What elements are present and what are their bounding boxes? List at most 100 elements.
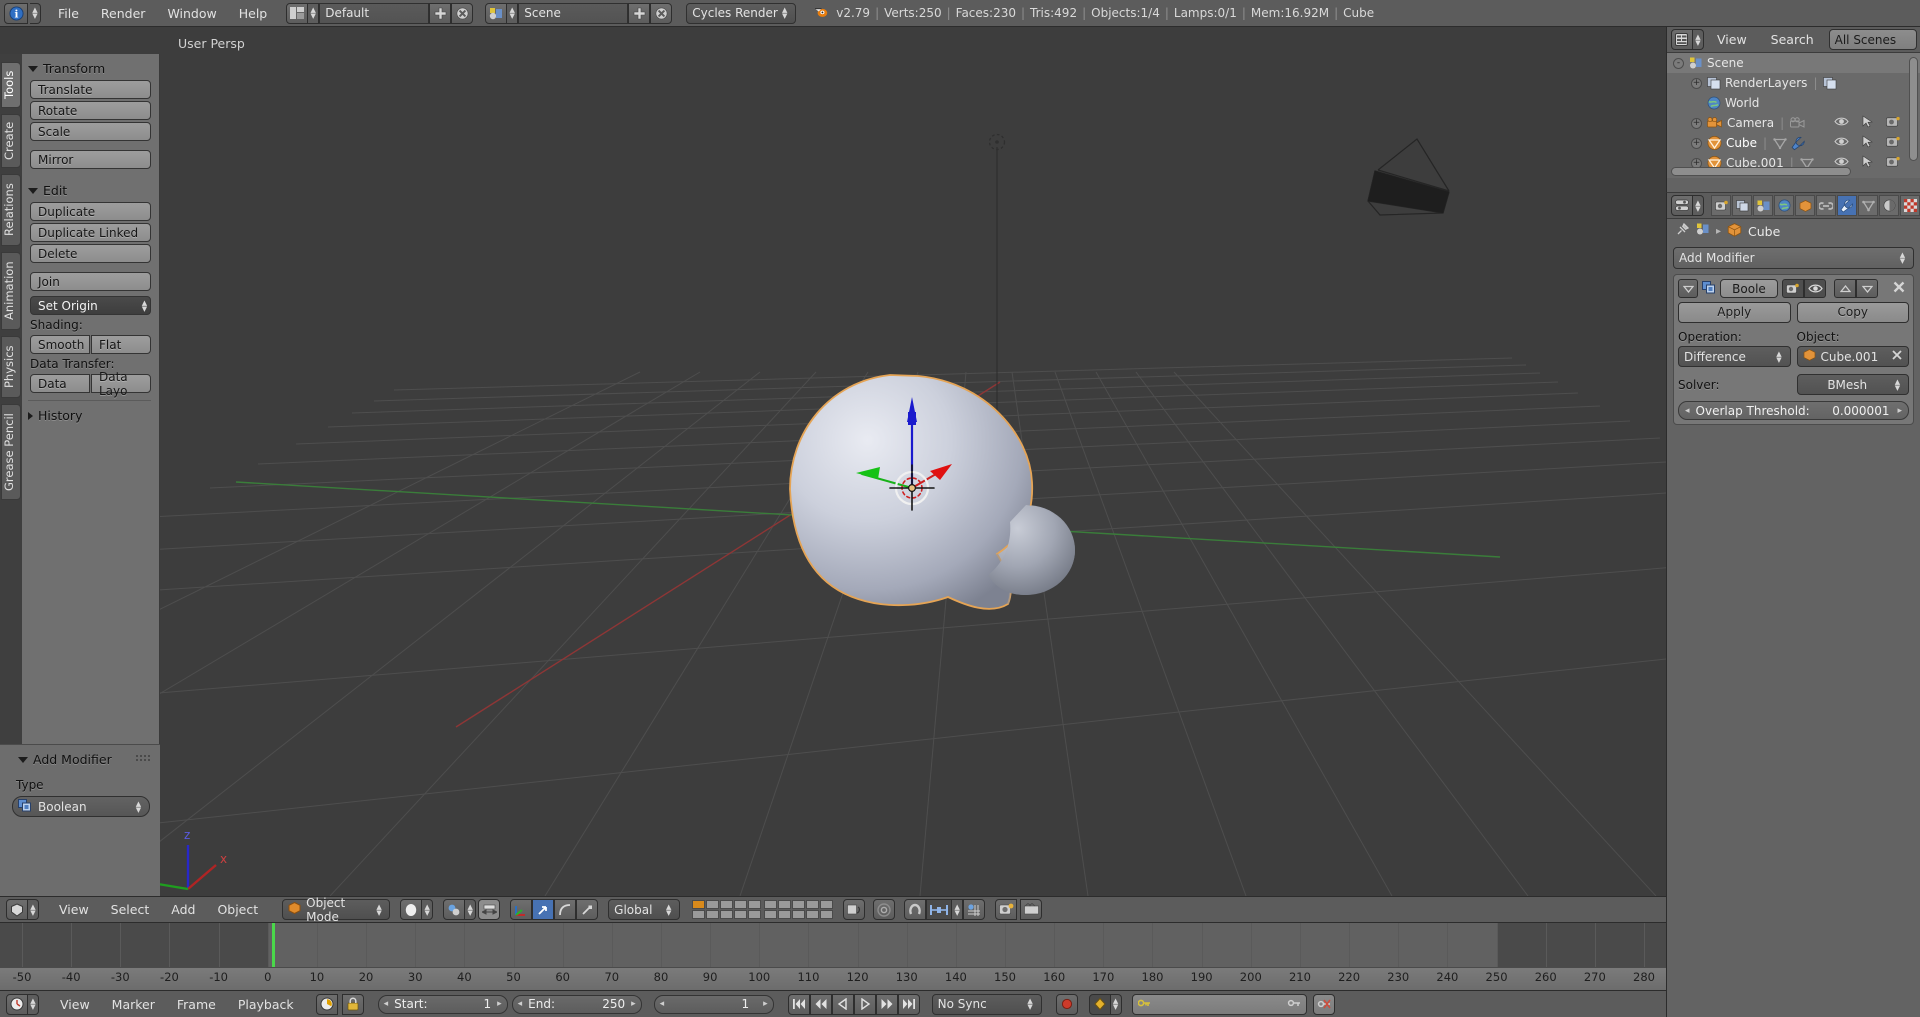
tool-button-mirror[interactable]: Mirror: [30, 150, 151, 169]
timeline-type-spinner[interactable]: ▲ ▼: [28, 993, 39, 1015]
render-tab-icon[interactable]: [1711, 195, 1731, 216]
rotate-manipulator-icon[interactable]: [554, 899, 577, 920]
outliner-scrollbar-vertical[interactable]: [1909, 57, 1918, 161]
frame-end-field[interactable]: ◂ End: 250 ▸: [511, 994, 642, 1014]
cursor-icon[interactable]: [1862, 135, 1873, 151]
pin-icon[interactable]: [1675, 222, 1690, 240]
solid-shading-icon[interactable]: [400, 899, 423, 920]
interaction-mode-dropdown[interactable]: Object Mode ▲ ▼: [282, 896, 391, 924]
keying-set-spinner[interactable]: ▲ ▼: [1110, 993, 1122, 1015]
timeline-icon[interactable]: [6, 993, 28, 1015]
menu-render[interactable]: Render: [90, 6, 157, 21]
timeline-frame-ruler[interactable]: [0, 967, 1666, 990]
screen-layout-icon[interactable]: [286, 2, 309, 24]
cursor-icon[interactable]: [1862, 115, 1873, 131]
pivot-median-icon[interactable]: [443, 899, 466, 920]
lock-icon[interactable]: [341, 993, 364, 1015]
record-icon[interactable]: [1055, 993, 1078, 1015]
manipulate-center-points-icon[interactable]: [478, 899, 501, 920]
toolshelf-tab-physics[interactable]: Physics: [1, 336, 21, 398]
render-icon[interactable]: [1886, 156, 1900, 171]
delete-modifier-icon[interactable]: [1892, 280, 1906, 297]
pivot-point-selector[interactable]: ▲ ▼: [443, 899, 501, 920]
apply-modifier-button[interactable]: Apply: [1678, 302, 1791, 323]
camera-toggle-icon[interactable]: [1782, 279, 1804, 298]
snap-grid-icon[interactable]: [963, 899, 986, 920]
delete-scene-button[interactable]: [650, 2, 673, 24]
menu-view[interactable]: View: [1706, 32, 1758, 47]
camera-data-icon[interactable]: [1790, 116, 1805, 130]
frame-start-field[interactable]: ◂ Start: 1 ▸: [377, 994, 508, 1014]
toolshelf-tab-animation[interactable]: Animation: [1, 252, 21, 330]
lock-object-icon[interactable]: [843, 899, 866, 920]
scene-spinner[interactable]: ▲ ▼: [507, 2, 519, 24]
proportional-edit-icon[interactable]: [873, 899, 896, 920]
current-frame-field[interactable]: ◂ 1 ▸: [653, 994, 774, 1014]
scene-layers-grid[interactable]: [692, 900, 834, 919]
keying-set-icon[interactable]: [1088, 993, 1111, 1015]
timeline-playhead[interactable]: [271, 923, 275, 967]
editor-type-spinner[interactable]: ▲ ▼: [30, 2, 41, 24]
layers-group-1[interactable]: [692, 900, 762, 919]
tool-button-duplicate-linked[interactable]: Duplicate Linked: [30, 223, 151, 242]
menu-view[interactable]: View: [49, 997, 101, 1012]
right-arrow-icon[interactable]: ▸: [1897, 406, 1902, 416]
sync-mode-dropdown[interactable]: No Sync ▲ ▼: [931, 993, 1042, 1015]
transform-orientation-dropdown[interactable]: Global ▲ ▼: [608, 899, 681, 920]
object-tab-icon[interactable]: [1795, 195, 1815, 216]
collapse-triangle-icon[interactable]: [1678, 279, 1698, 298]
tool-button-delete[interactable]: Delete: [30, 244, 151, 263]
shading-spinner[interactable]: ▲ ▼: [422, 899, 434, 920]
right-arrow-icon[interactable]: ▸: [763, 999, 768, 1009]
modifier-type-dropdown[interactable]: Boolean ▲ ▼: [12, 796, 150, 817]
mesh-data-icon[interactable]: [1773, 137, 1787, 150]
outliner-row-camera[interactable]: + Camera |: [1667, 113, 1920, 133]
render-layers-tab-icon[interactable]: [1732, 195, 1752, 216]
properties-editor-type[interactable]: ▲ ▼: [1671, 195, 1704, 216]
tool-button-duplicate[interactable]: Duplicate: [30, 202, 151, 221]
breadcrumb-object-name[interactable]: Cube: [1748, 224, 1780, 239]
timeline-editor-type[interactable]: ▲ ▼: [6, 993, 39, 1015]
operator-panel-header[interactable]: Add Modifier: [10, 752, 160, 767]
jump-to-start-icon[interactable]: [787, 993, 810, 1015]
viewport-shading-selector[interactable]: ▲ ▼: [400, 899, 434, 920]
solver-dropdown[interactable]: BMesh ▲ ▼: [1796, 374, 1909, 395]
texture-tab-icon[interactable]: [1900, 195, 1920, 216]
play-reverse-icon[interactable]: [831, 993, 854, 1015]
outliner-display-mode[interactable]: All Scenes: [1828, 29, 1917, 50]
panel-header-edit[interactable]: Edit: [20, 183, 159, 198]
layers-group-2[interactable]: [764, 900, 834, 919]
eye-icon[interactable]: [1834, 136, 1849, 150]
cursor-icon[interactable]: [1862, 155, 1873, 171]
clear-object-icon[interactable]: [1891, 349, 1903, 364]
left-arrow-icon[interactable]: ◂: [384, 999, 389, 1009]
jump-back-keyframe-icon[interactable]: [809, 993, 832, 1015]
operation-dropdown[interactable]: Difference ▲ ▼: [1678, 346, 1791, 367]
outliner-tree[interactable]: - Scene + RenderLayers | World + Camera | + Cube | +…: [1667, 53, 1920, 178]
scene-field[interactable]: Scene: [518, 2, 629, 24]
menu-frame[interactable]: Frame: [166, 997, 227, 1012]
toolshelf-tab-grease-pencil[interactable]: Grease Pencil: [1, 404, 21, 500]
copy-modifier-button[interactable]: Copy: [1796, 302, 1909, 323]
toolshelf-tab-create[interactable]: Create: [1, 114, 21, 168]
opengl-render-icon[interactable]: [1020, 899, 1043, 920]
overlap-threshold-slider[interactable]: ◂ Overlap Threshold: 0.000001 ▸: [1678, 401, 1909, 420]
outliner-expander[interactable]: -: [1673, 57, 1684, 69]
modifier-wrench-icon[interactable]: [1791, 136, 1806, 151]
tool-button-data-layout[interactable]: Data Layo: [91, 370, 151, 398]
screen-layout-field[interactable]: Default: [319, 2, 430, 24]
add-modifier-dropdown[interactable]: Add Modifier ▲ ▼: [1673, 247, 1914, 269]
breadcrumb-scene-icon[interactable]: [1696, 223, 1710, 239]
modifiers-tab-icon[interactable]: [1837, 195, 1857, 216]
delete-layout-button[interactable]: [451, 2, 474, 24]
3d-viewport[interactable]: z x y User Persp (1) Cube Tools Create R…: [0, 27, 1666, 896]
left-arrow-icon[interactable]: ◂: [518, 999, 523, 1009]
play-icon[interactable]: [853, 993, 876, 1015]
outliner-type-spinner[interactable]: ▲ ▼: [1693, 29, 1704, 50]
jump-to-end-icon[interactable]: [897, 993, 920, 1015]
manipulator-enable-icon[interactable]: [510, 899, 533, 920]
menu-file[interactable]: File: [47, 6, 90, 21]
editor-type-spinner[interactable]: ▲ ▼: [28, 899, 39, 920]
3d-view-icon[interactable]: [6, 899, 28, 920]
eye-icon[interactable]: [1834, 116, 1849, 130]
